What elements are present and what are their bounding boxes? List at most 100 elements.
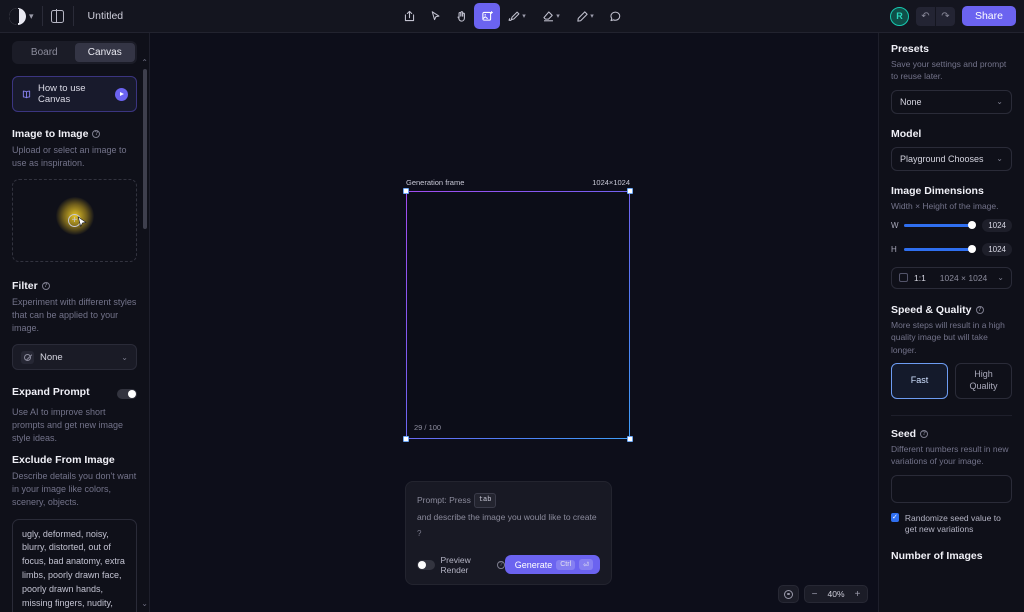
height-slider[interactable] xyxy=(904,248,976,251)
chevron-down-icon: ⌄ xyxy=(996,97,1003,106)
canvas-area[interactable]: Generation frame 1024×1024 29 / 100 Prom… xyxy=(150,33,878,612)
number-of-images-title: Number of Images xyxy=(891,550,1012,562)
chevron-down-icon: ▾ xyxy=(590,12,594,20)
how-to-use-canvas-label: How to use Canvas xyxy=(38,83,109,105)
negative-prompt-input[interactable]: ugly, deformed, noisy, blurry, distorted… xyxy=(12,519,137,612)
filter-select[interactable]: None ⌄ xyxy=(12,344,137,370)
resize-handle-bottom-left[interactable] xyxy=(403,436,409,442)
hand-tool-button[interactable] xyxy=(448,3,474,29)
canvas-toolbar: ▾ ▾ ▾ xyxy=(396,0,628,32)
speed-option-high-quality[interactable]: High Quality xyxy=(955,363,1012,399)
help-icon[interactable]: ? xyxy=(92,130,100,138)
randomize-seed-label: Randomize seed value to get new variatio… xyxy=(905,513,1012,537)
height-slider-knob[interactable] xyxy=(968,245,976,253)
brush-icon xyxy=(508,10,521,23)
sidebar-scrollbar[interactable] xyxy=(143,69,147,229)
brush-tool-button[interactable]: ▾ xyxy=(500,3,534,29)
seed-input[interactable] xyxy=(891,475,1012,503)
pen-tool-button[interactable]: ▾ xyxy=(568,3,602,29)
select-tool-button[interactable] xyxy=(422,3,448,29)
panel-divider xyxy=(891,415,1012,416)
generation-frame-wrapper: Generation frame 1024×1024 29 / 100 xyxy=(406,178,630,439)
share-button[interactable]: Share xyxy=(962,6,1016,26)
panel-toggle-icon xyxy=(51,10,64,23)
undo-button[interactable]: ↶ xyxy=(916,7,935,26)
expand-prompt-description: Use AI to improve short prompts and get … xyxy=(12,406,137,445)
generation-frame-dimensions: 1024×1024 xyxy=(592,178,630,187)
presets-value: None xyxy=(900,97,922,107)
pen-icon xyxy=(576,10,589,23)
model-value: Playground Chooses xyxy=(900,154,984,164)
fit-to-screen-button[interactable] xyxy=(778,585,799,603)
app-header: ▾ Untitled xyxy=(0,0,1024,33)
zoom-in-button[interactable]: + xyxy=(848,589,867,600)
cursor-pointer-glyph xyxy=(77,216,88,230)
image-frame-add-icon xyxy=(481,10,494,23)
eraser-tool-button[interactable]: ▾ xyxy=(534,3,568,29)
zoom-level[interactable]: 40% xyxy=(824,589,848,599)
how-to-use-canvas-button[interactable]: How to use Canvas xyxy=(12,76,137,112)
redo-button[interactable]: ↷ xyxy=(936,7,955,26)
help-icon[interactable]: ? xyxy=(497,561,504,569)
presets-select[interactable]: None ⌄ xyxy=(891,90,1012,114)
mouse-cursor-icon xyxy=(77,216,88,235)
resize-handle-top-left[interactable] xyxy=(403,188,409,194)
generation-frame-tool-button[interactable] xyxy=(474,3,500,29)
ctrl-key-badge: Ctrl xyxy=(556,560,575,570)
expand-prompt-label: Expand Prompt xyxy=(12,386,90,398)
seed-label: Seed xyxy=(891,428,916,440)
sidebar-scroll-up-chevron[interactable]: ⌃ xyxy=(141,58,148,67)
preview-render-toggle[interactable] xyxy=(417,560,435,570)
generate-button[interactable]: Generate Ctrl ⏎ xyxy=(505,555,600,574)
resize-handle-bottom-right[interactable] xyxy=(627,436,633,442)
prompt-placeholder[interactable]: Prompt: Press tab and describe the image… xyxy=(417,493,600,541)
expand-prompt-toggle[interactable] xyxy=(117,389,137,399)
preview-render-label: Preview Render xyxy=(441,555,494,575)
randomize-seed-row[interactable]: ✓ Randomize seed value to get new variat… xyxy=(891,513,1012,537)
width-slider[interactable] xyxy=(904,224,976,227)
image-dimensions-title: Image Dimensions xyxy=(891,185,1012,197)
width-value[interactable]: 1024 xyxy=(982,219,1012,232)
export-tool-button[interactable] xyxy=(396,3,422,29)
app-body: Board Canvas How to use Canvas Image to … xyxy=(0,33,1024,612)
number-of-images-label: Number of Images xyxy=(891,550,983,562)
model-select[interactable]: Playground Chooses ⌄ xyxy=(891,147,1012,171)
help-icon[interactable]: ? xyxy=(976,306,984,314)
randomize-seed-checkbox[interactable]: ✓ xyxy=(891,513,899,522)
sidebar-scroll-down-chevron[interactable]: ⌄ xyxy=(141,599,148,608)
comment-tool-button[interactable] xyxy=(602,3,628,29)
prompt-prefix: Prompt: Press xyxy=(417,494,471,508)
zoom-out-button[interactable]: − xyxy=(805,589,824,600)
tab-board[interactable]: Board xyxy=(14,43,75,62)
left-sidebar: Board Canvas How to use Canvas Image to … xyxy=(0,33,150,612)
generation-frame-header: Generation frame 1024×1024 xyxy=(406,178,630,187)
resize-handle-top-right[interactable] xyxy=(627,188,633,194)
logo-menu-button[interactable]: ▾ xyxy=(0,0,42,32)
width-slider-knob[interactable] xyxy=(968,221,976,229)
chevron-down-icon[interactable]: ⌄ xyxy=(997,273,1004,282)
height-value[interactable]: 1024 xyxy=(982,243,1012,256)
help-icon[interactable]: ? xyxy=(417,528,421,541)
filter-label: Filter xyxy=(12,280,38,292)
fit-to-screen-icon xyxy=(779,590,798,599)
height-label: H xyxy=(891,245,898,254)
header-left-group: ▾ Untitled xyxy=(0,0,123,32)
chevron-down-icon: ▾ xyxy=(29,12,34,21)
tab-canvas[interactable]: Canvas xyxy=(75,43,136,62)
help-icon[interactable]: ? xyxy=(42,282,50,290)
image-to-image-description: Upload or select an image to use as insp… xyxy=(12,144,137,170)
height-slider-row: H 1024 xyxy=(891,243,1012,256)
document-title[interactable]: Untitled xyxy=(74,10,124,22)
chevron-down-icon: ▾ xyxy=(556,12,560,20)
speed-option-fast[interactable]: Fast xyxy=(891,363,948,399)
generation-frame[interactable]: 29 / 100 xyxy=(406,191,630,439)
aspect-ratio-row[interactable]: 1:1 1024 × 1024 ⌄ xyxy=(891,267,1012,289)
aspect-ratio-label: 1:1 xyxy=(914,273,926,283)
generation-frame-label: Generation frame xyxy=(406,178,464,187)
aspect-ratio-checkbox[interactable] xyxy=(899,273,908,282)
image-upload-dropzone[interactable]: + xyxy=(12,179,137,262)
avatar[interactable]: R xyxy=(890,7,909,26)
panel-toggle-button[interactable] xyxy=(43,0,73,32)
seed-title: Seed ? xyxy=(891,428,1012,440)
help-icon[interactable]: ? xyxy=(920,430,928,438)
